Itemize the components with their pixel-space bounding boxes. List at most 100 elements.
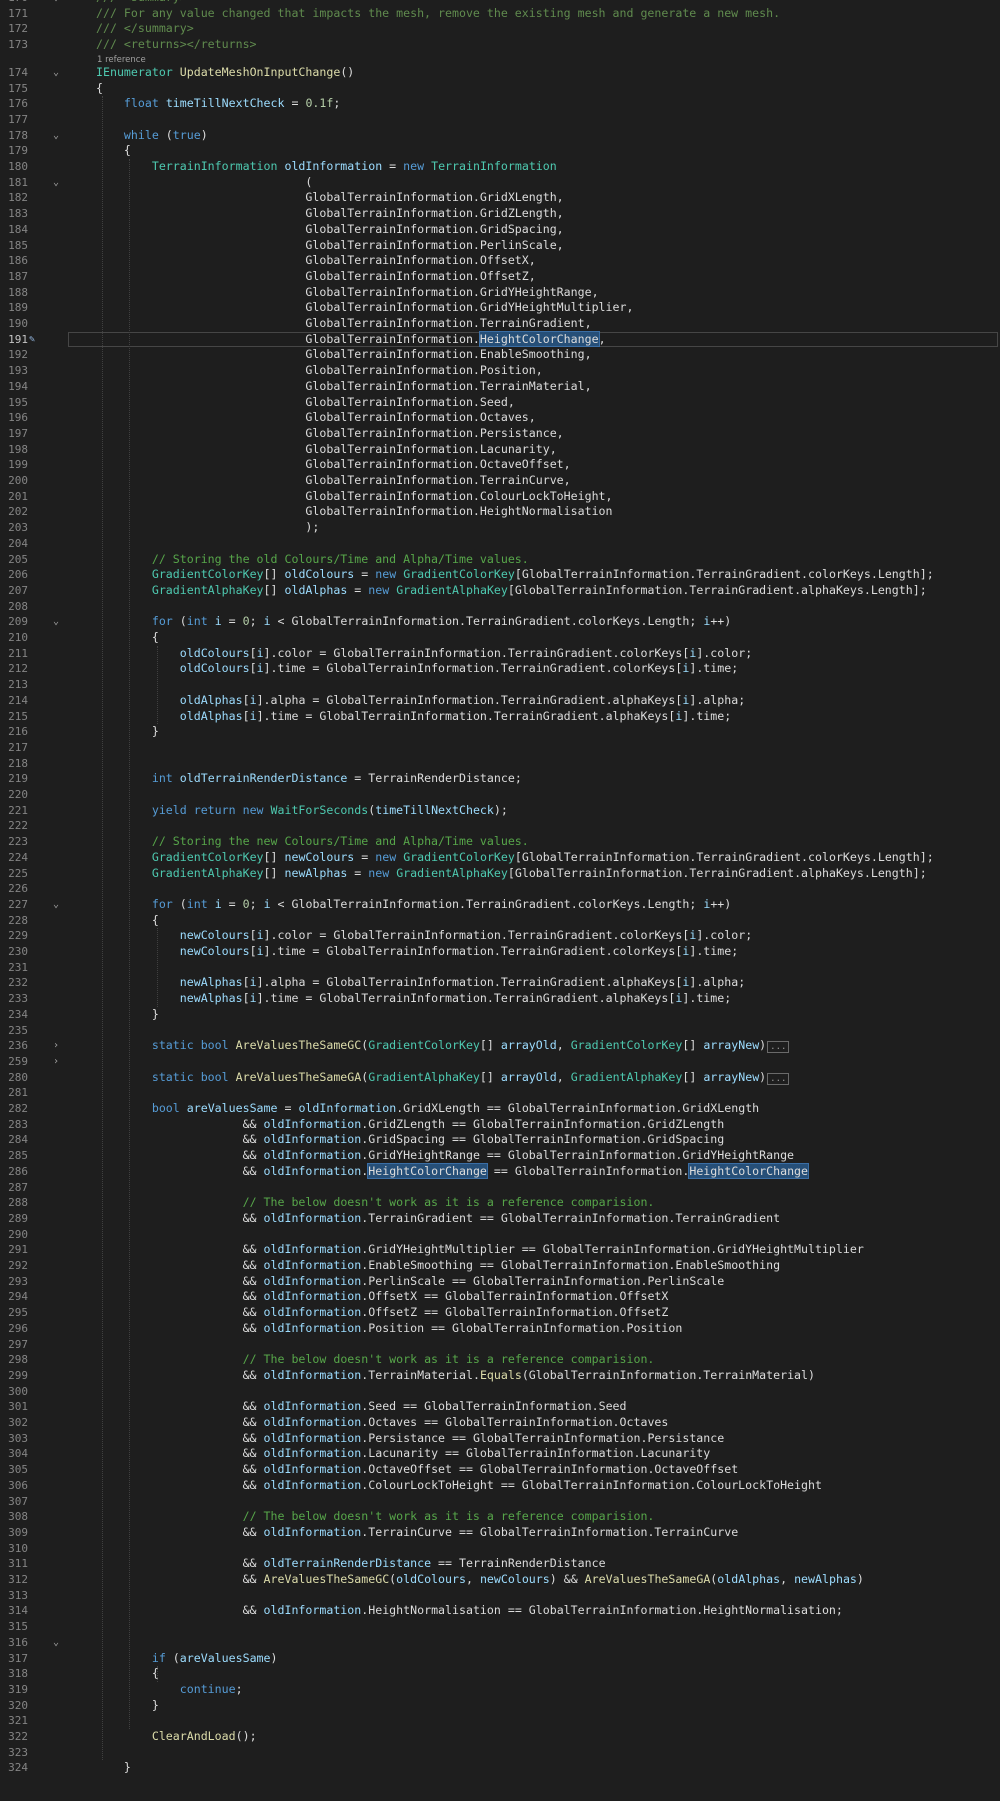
code-line[interactable]: 194 GlobalTerrainInformation.TerrainMate… [0,379,1000,395]
code-text[interactable]: continue; [96,1682,243,1698]
code-line[interactable]: 285 && oldInformation.GridYHeightRange =… [0,1148,1000,1164]
code-line[interactable]: 174 ⌄ IEnumerator UpdateMeshOnInputChange(… [0,65,1000,81]
code-line[interactable]: 231 [0,960,1000,976]
code-text[interactable]: GlobalTerrainInformation.Lacunarity, [96,442,556,458]
code-line[interactable]: 300 [0,1384,1000,1400]
code-line[interactable]: 179 { [0,143,1000,159]
code-line[interactable]: 235 [0,1023,1000,1039]
code-text[interactable]: && oldInformation.TerrainGradient == Glo… [96,1211,781,1227]
code-line[interactable]: 210 { [0,630,1000,646]
code-text[interactable]: // The below doesn't work as it is a ref… [96,1195,655,1211]
code-line[interactable]: 312 && AreValuesTheSameGC(oldColours, ne… [0,1572,1000,1588]
code-text[interactable]: GlobalTerrainInformation.TerrainCurve, [96,473,570,489]
code-text[interactable]: if (areValuesSame) [96,1651,278,1667]
code-line[interactable]: 197 GlobalTerrainInformation.Persistance… [0,426,1000,442]
code-line[interactable]: 227 ⌄ for (int i = 0; i < GlobalTerrainIn… [0,897,1000,913]
code-text[interactable]: && oldInformation.Persistance == GlobalT… [96,1431,725,1447]
code-text[interactable]: && oldInformation.Octaves == GlobalTerra… [96,1415,669,1431]
code-text[interactable]: && oldInformation.Lacunarity == GlobalTe… [96,1446,711,1462]
chevron-down-icon[interactable]: ⌄ [50,128,62,144]
chevron-right-icon[interactable]: › [50,1054,62,1070]
code-text[interactable]: GlobalTerrainInformation.Octaves, [96,410,535,426]
code-text[interactable]: GlobalTerrainInformation.OffsetZ, [96,269,535,285]
code-line[interactable]: 206 GradientColorKey[] oldColours = new … [0,567,1000,583]
code-text[interactable]: GlobalTerrainInformation.EnableSmoothing… [96,347,591,363]
code-text[interactable]: } [96,724,159,740]
code-line[interactable]: 196 GlobalTerrainInformation.Octaves, [0,410,1000,426]
code-line[interactable]: 224 GradientColorKey[] newColours = new … [0,850,1000,866]
code-text[interactable]: /// For any value changed that impacts t… [96,6,780,22]
code-line[interactable]: 318 { [0,1666,1000,1682]
code-line[interactable]: 311 && oldTerrainRenderDistance == Terra… [0,1556,1000,1572]
code-text[interactable]: } [96,1760,131,1776]
code-text[interactable]: for (int i = 0; i < GlobalTerrainInforma… [96,614,731,630]
code-text[interactable]: && oldInformation.EnableSmoothing == Glo… [96,1258,781,1274]
code-text[interactable]: GlobalTerrainInformation.GridYHeightMult… [96,300,633,316]
code-line[interactable]: 281 [0,1085,1000,1101]
code-text[interactable]: oldAlphas[i].time = GlobalTerrainInforma… [96,709,731,725]
code-text[interactable]: && oldInformation.HeightColorChange == G… [96,1162,810,1180]
code-line[interactable]: 324 } [0,1760,1000,1776]
code-text[interactable]: for (int i = 0; i < GlobalTerrainInforma… [96,897,731,913]
code-line[interactable]: 288 // The below doesn't work as it is a… [0,1195,1000,1211]
chevron-down-icon[interactable]: ⌄ [50,614,62,630]
code-text[interactable]: GradientAlphaKey[] newAlphas = new Gradi… [96,866,927,882]
code-text[interactable]: oldAlphas[i].alpha = GlobalTerrainInform… [96,693,745,709]
code-text[interactable]: newColours[i].color = GlobalTerrainInfor… [96,928,752,944]
code-text[interactable]: && oldInformation.GridSpacing == GlobalT… [96,1132,725,1148]
code-line[interactable]: 316 ⌄ [0,1635,1000,1651]
code-line[interactable]: 307 [0,1494,1000,1510]
code-line[interactable]: 209 ⌄ for (int i = 0; i < GlobalTerrainIn… [0,614,1000,630]
code-text[interactable]: GlobalTerrainInformation.GridYHeightRang… [96,285,598,301]
code-line[interactable]: 195 GlobalTerrainInformation.Seed, [0,395,1000,411]
code-text[interactable]: GlobalTerrainInformation.Seed, [96,395,514,411]
code-text[interactable]: oldColours[i].time = GlobalTerrainInform… [96,661,738,677]
code-line[interactable]: 175 { [0,81,1000,97]
code-line[interactable]: 287 [0,1180,1000,1196]
code-text[interactable]: // The below doesn't work as it is a ref… [96,1509,655,1525]
code-line[interactable]: 230 newColours[i].time = GlobalTerrainIn… [0,944,1000,960]
code-line[interactable]: ✎ 191 GlobalTerrainInformation.HeightColo… [0,330,1000,348]
code-line[interactable]: 212 oldColours[i].time = GlobalTerrainIn… [0,661,1000,677]
code-line[interactable]: 202 GlobalTerrainInformation.HeightNorma… [0,504,1000,520]
code-line[interactable]: 291 && oldInformation.GridYHeightMultipl… [0,1242,1000,1258]
code-text[interactable]: } [96,1698,159,1714]
code-text[interactable]: && oldTerrainRenderDistance == TerrainRe… [96,1556,606,1572]
code-line[interactable]: 222 [0,818,1000,834]
code-line[interactable]: 317 if (areValuesSame) [0,1651,1000,1667]
code-line[interactable]: 322 ClearAndLoad(); [0,1729,1000,1745]
code-text[interactable]: } [96,1007,159,1023]
code-line[interactable]: 187 GlobalTerrainInformation.OffsetZ, [0,269,1000,285]
code-line[interactable]: 207 GradientAlphaKey[] oldAlphas = new G… [0,583,1000,599]
code-line[interactable]: 172 /// </summary> [0,21,1000,37]
code-line[interactable]: 298 // The below doesn't work as it is a… [0,1352,1000,1368]
code-text[interactable]: int oldTerrainRenderDistance = TerrainRe… [96,771,522,787]
code-text[interactable]: { [96,913,159,929]
code-line[interactable]: 294 && oldInformation.OffsetX == GlobalT… [0,1289,1000,1305]
code-line[interactable]: 313 [0,1588,1000,1604]
code-line[interactable]: 182 GlobalTerrainInformation.GridXLength… [0,190,1000,206]
code-line[interactable]: 204 [0,536,1000,552]
code-line[interactable]: 234 } [0,1007,1000,1023]
code-line[interactable]: 219 int oldTerrainRenderDistance = Terra… [0,771,1000,787]
code-text[interactable]: GlobalTerrainInformation.ColourLockToHei… [96,489,612,505]
code-line[interactable]: 213 [0,677,1000,693]
code-text[interactable]: while (true) [96,128,208,144]
code-text[interactable]: oldColours[i].color = GlobalTerrainInfor… [96,646,752,662]
code-line[interactable]: 220 [0,787,1000,803]
chevron-down-icon[interactable]: ⌄ [50,1635,62,1651]
pencil-icon[interactable]: ✎ [29,332,39,348]
code-text[interactable]: && oldInformation.OffsetX == GlobalTerra… [96,1289,669,1305]
code-line[interactable]: 286 && oldInformation.HeightColorChange … [0,1162,1000,1180]
code-line[interactable]: 292 && oldInformation.EnableSmoothing ==… [0,1258,1000,1274]
code-line[interactable]: 259 › [0,1054,1000,1070]
code-text[interactable]: && oldInformation.Position == GlobalTerr… [96,1321,683,1337]
code-text[interactable]: GlobalTerrainInformation.GridXLength, [96,190,563,206]
code-line[interactable]: 304 && oldInformation.Lacunarity == Glob… [0,1446,1000,1462]
code-line[interactable]: 226 [0,881,1000,897]
code-text[interactable]: && oldInformation.TerrainCurve == Global… [96,1525,739,1541]
code-line[interactable]: 184 GlobalTerrainInformation.GridSpacing… [0,222,1000,238]
code-line[interactable]: 319 continue; [0,1682,1000,1698]
code-line[interactable]: 290 [0,1227,1000,1243]
code-line[interactable]: 177 [0,112,1000,128]
